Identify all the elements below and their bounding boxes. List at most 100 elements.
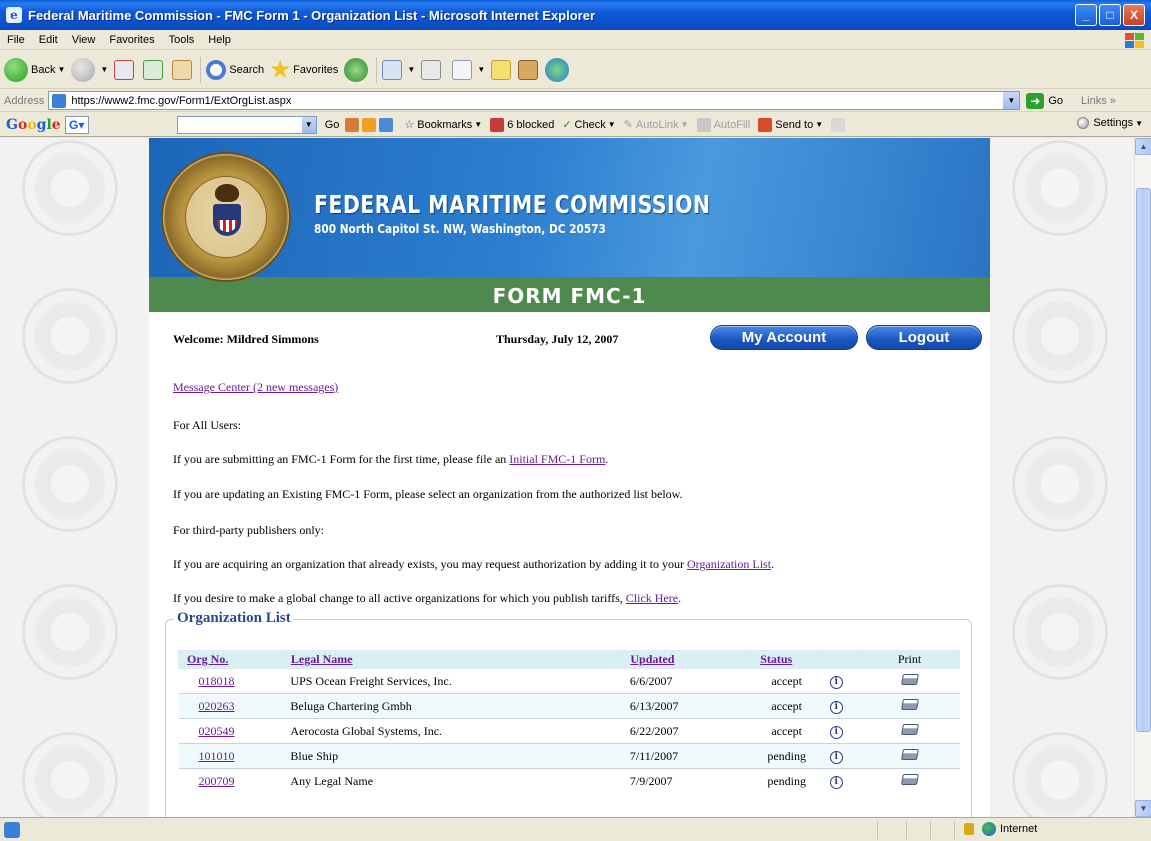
org-number-link[interactable]: 200709 xyxy=(199,774,235,788)
printer-icon[interactable] xyxy=(900,773,919,785)
go-label: Go xyxy=(1048,94,1064,107)
google-settings-button[interactable]: Settings ▼ xyxy=(1077,117,1143,129)
google-menu-icon[interactable]: G▾ xyxy=(64,115,89,134)
col-org-no[interactable]: Org No. xyxy=(178,650,283,669)
menu-file[interactable]: File xyxy=(0,34,32,46)
spell-icon[interactable] xyxy=(362,117,377,132)
address-bar: Address https://www2.fmc.gov/Form1/ExtOr… xyxy=(0,90,1151,112)
bookmarks-button[interactable]: ☆ Bookmarks ▼ xyxy=(404,118,482,132)
current-date: Thursday, July 12, 2007 xyxy=(496,332,619,346)
search-icon xyxy=(206,59,227,80)
menu-view[interactable]: View xyxy=(65,34,103,46)
printer-icon[interactable] xyxy=(900,698,919,710)
autolink-icon: ✎ xyxy=(623,119,633,131)
gadget-icon[interactable] xyxy=(379,117,394,132)
google-toolbar: Google G▾ ▼ Go ☆ Bookmarks ▼ 6 blocked ✓ Ch… xyxy=(0,113,1151,137)
info-icon[interactable]: i xyxy=(829,676,843,689)
org-number-link[interactable]: 018018 xyxy=(199,674,235,688)
autofill-button[interactable]: AutoFill xyxy=(696,117,750,132)
address-dropdown-icon[interactable]: ▼ xyxy=(1003,92,1020,109)
watermark-seal xyxy=(22,288,118,384)
status-value: accept xyxy=(751,718,822,744)
printer-icon[interactable] xyxy=(900,748,919,760)
info-icon[interactable]: i xyxy=(829,726,843,739)
printer-icon[interactable] xyxy=(900,723,919,735)
menu-help[interactable]: Help xyxy=(201,34,238,46)
back-button[interactable]: Back ▼ xyxy=(4,57,65,82)
menu-edit[interactable]: Edit xyxy=(32,34,65,46)
updated-date: 6/13/2007 xyxy=(621,693,752,719)
watermark-seal xyxy=(1012,140,1108,236)
messenger-icon[interactable] xyxy=(545,57,570,82)
legal-name: Blue Ship xyxy=(282,743,622,769)
scroll-down-arrow-icon[interactable]: ▼ xyxy=(1135,800,1151,817)
address-input[interactable]: https://www2.fmc.gov/Form1/ExtOrgList.as… xyxy=(48,91,1021,110)
links-button[interactable]: Links » xyxy=(1081,95,1116,107)
stop-icon[interactable] xyxy=(114,59,135,80)
mail-icon[interactable] xyxy=(382,59,403,80)
refresh-icon[interactable] xyxy=(143,59,164,80)
forward-button[interactable]: ▼ xyxy=(71,57,108,82)
go-button[interactable]: ➜ Go xyxy=(1026,92,1064,109)
print-icon[interactable] xyxy=(421,59,442,80)
favorites-star-icon xyxy=(270,59,290,78)
org-number-link[interactable]: 020549 xyxy=(199,724,235,738)
org-number-link[interactable]: 020263 xyxy=(199,699,235,713)
google-go-button[interactable]: Go xyxy=(325,119,340,131)
col-updated[interactable]: Updated xyxy=(621,650,753,669)
scrollbar-thumb[interactable] xyxy=(1136,188,1151,732)
info-icon[interactable]: i xyxy=(829,751,843,764)
message-center-link[interactable]: Message Center (2 new messages) xyxy=(173,380,338,394)
watermark-seal xyxy=(1012,732,1108,817)
google-logo[interactable]: Google xyxy=(6,117,61,133)
home-icon[interactable] xyxy=(172,59,193,80)
favorites-button[interactable]: Favorites xyxy=(270,59,338,80)
research-icon[interactable] xyxy=(518,59,539,80)
col-legal-name[interactable]: Legal Name xyxy=(281,650,623,669)
search-button[interactable]: Search xyxy=(206,59,264,80)
autolink-button[interactable]: ✎ AutoLink ▼ xyxy=(623,118,689,132)
edit-word-icon[interactable] xyxy=(452,59,473,80)
org-number-link[interactable]: 101010 xyxy=(199,749,235,763)
lock-icon xyxy=(964,823,974,835)
security-zone: Internet xyxy=(964,822,1037,836)
updated-date: 7/9/2007 xyxy=(621,768,752,794)
logout-button[interactable]: Logout xyxy=(866,325,982,350)
internet-globe-icon xyxy=(982,822,996,836)
menu-favorites[interactable]: Favorites xyxy=(102,34,161,46)
minimize-button[interactable]: _ xyxy=(1075,4,1097,26)
organization-list-link[interactable]: Organization List xyxy=(687,557,771,571)
scroll-up-arrow-icon[interactable]: ▲ xyxy=(1135,138,1151,155)
watermark-seal xyxy=(1012,584,1108,680)
info-icon[interactable]: i xyxy=(829,701,843,714)
send-to-icon xyxy=(758,117,773,132)
my-account-button[interactable]: My Account xyxy=(710,325,858,350)
close-button[interactable]: X xyxy=(1123,4,1145,26)
watermark-seal xyxy=(22,584,118,680)
updating-text: If you are updating an Existing FMC-1 Fo… xyxy=(173,487,683,501)
pagerank-icon[interactable] xyxy=(345,117,360,132)
highlight-icon[interactable] xyxy=(831,117,846,132)
watermark-seal xyxy=(22,732,118,817)
window-title-bar[interactable]: e Federal Maritime Commission - FMC Form… xyxy=(0,0,1151,30)
spell-check-button[interactable]: ✓ Check ▼ xyxy=(562,118,615,132)
initial-fmc1-form-link[interactable]: Initial FMC-1 Form xyxy=(509,452,605,466)
back-arrow-icon xyxy=(4,57,28,82)
standard-toolbar: Back ▼ ▼ Search Favorites ▼ ▼ xyxy=(0,51,1151,89)
discuss-icon[interactable] xyxy=(491,59,512,80)
menu-tools[interactable]: Tools xyxy=(162,34,202,46)
vertical-scrollbar[interactable]: ▲ ▼ xyxy=(1134,138,1151,817)
table-row: 101010 Blue Ship 7/11/2007 pending i xyxy=(178,743,960,769)
printer-icon[interactable] xyxy=(900,673,919,685)
google-search-input[interactable]: ▼ xyxy=(176,115,317,134)
click-here-link[interactable]: Click Here xyxy=(626,591,678,605)
send-to-button[interactable]: Send to ▼ xyxy=(758,117,823,132)
page-content: FEDERAL MARITIME COMMISSION 800 North Ca… xyxy=(149,138,990,817)
status-bar: Internet xyxy=(0,817,1151,841)
page-icon xyxy=(52,94,67,108)
popup-blocked-button[interactable]: 6 blocked xyxy=(490,117,554,132)
maximize-button[interactable]: □ xyxy=(1099,4,1121,26)
info-icon[interactable]: i xyxy=(829,776,843,790)
history-icon[interactable] xyxy=(344,57,369,82)
col-status[interactable]: Status xyxy=(751,650,823,669)
